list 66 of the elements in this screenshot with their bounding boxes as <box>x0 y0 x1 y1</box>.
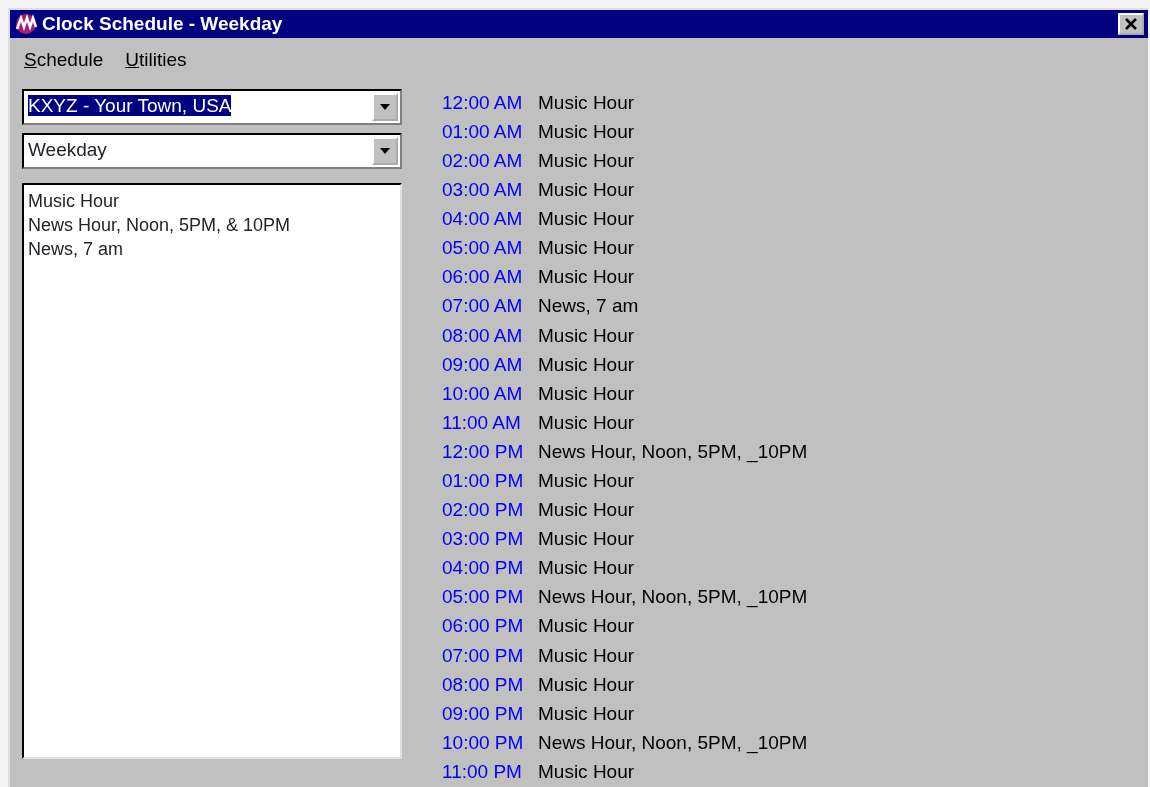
clock-name[interactable]: Music Hour <box>538 234 635 263</box>
clock-name[interactable]: News, 7 am <box>538 292 639 321</box>
time-label: 10:00 PM <box>442 730 524 755</box>
clock-name[interactable]: Music Hour <box>538 379 635 409</box>
clock-name[interactable]: Music Hour <box>538 263 635 292</box>
caret-icon <box>380 147 390 154</box>
time-label: 08:00 AM <box>442 323 524 348</box>
clock-name[interactable]: Music Hour <box>538 496 635 525</box>
clock-name[interactable]: Music Hour <box>538 612 635 641</box>
time-label: 01:00 PM <box>442 469 524 493</box>
time-label: 03:00 PM <box>442 527 524 552</box>
time-label: 05:00 AM <box>442 236 524 261</box>
time-label: 11:00 AM <box>442 410 522 435</box>
close-icon <box>1124 18 1138 30</box>
time-label: 12:00 PM <box>442 439 524 464</box>
time-label: 04:00 PM <box>442 556 524 581</box>
caret-icon <box>380 103 390 110</box>
dropdown-value: KXYZ - Your Town, USA <box>28 95 232 117</box>
time-label: 06:00 PM <box>442 614 524 639</box>
dropdown-button[interactable] <box>372 136 398 165</box>
station-dropdown[interactable]: KXYZ - Your Town, USA <box>22 88 402 125</box>
clock-name[interactable]: Music Hour <box>538 554 635 583</box>
clock-name[interactable]: Music Hour <box>538 525 635 554</box>
list-item[interactable]: News, 7 am <box>28 236 396 261</box>
clock-name[interactable]: Music Hour <box>538 350 635 380</box>
close-button[interactable] <box>1118 13 1144 35</box>
clock-name[interactable]: Music Hour <box>538 408 635 438</box>
menu-item[interactable]: Schedule <box>24 46 104 75</box>
time-label: 10:00 AM <box>442 381 524 406</box>
dropdown-button[interactable] <box>372 92 398 121</box>
window-title: Clock Schedule - Weekday <box>42 11 283 36</box>
clock-name[interactable]: Music Hour <box>538 88 635 118</box>
clock-name[interactable]: Music Hour <box>538 757 635 787</box>
clock-name[interactable]: News Hour, Noon, 5PM, _10PM <box>538 437 808 467</box>
clock-name[interactable]: News Hour, Noon, 5PM, _10PM <box>538 583 808 612</box>
list-item[interactable]: Music Hour <box>28 188 396 213</box>
time-label: 12:00 AM <box>442 90 524 115</box>
time-label: 04:00 AM <box>442 207 524 232</box>
time-label: 09:00 AM <box>442 352 524 377</box>
time-label: 11:00 PM <box>442 759 523 784</box>
time-label: 09:00 PM <box>442 701 524 726</box>
clock-name[interactable]: Music Hour <box>538 641 635 671</box>
clock-name[interactable]: Music Hour <box>538 321 635 351</box>
time-label: 06:00 AM <box>442 265 524 290</box>
time-label: 08:00 PM <box>442 672 524 697</box>
list-item[interactable]: News Hour, Noon, 5PM, & 10PM <box>28 212 396 237</box>
clock-name[interactable]: Music Hour <box>538 117 635 147</box>
app-logo-icon <box>14 13 38 35</box>
time-label: 02:00 AM <box>442 149 524 173</box>
clock-name[interactable]: Music Hour <box>538 467 635 496</box>
time-label: 07:00 PM <box>442 643 524 668</box>
time-label: 03:00 AM <box>442 178 524 203</box>
time-label: 01:00 AM <box>442 119 524 144</box>
time-label: 07:00 AM <box>442 294 524 319</box>
clock-name[interactable]: Music Hour <box>538 147 635 176</box>
clock-name[interactable]: Music Hour <box>538 699 635 729</box>
time-label: 02:00 PM <box>442 498 524 523</box>
clock-name[interactable]: News Hour, Noon, 5PM, _10PM <box>538 728 808 758</box>
schedule-type-dropdown[interactable]: Weekday <box>22 132 402 169</box>
menu-item[interactable]: Utilities <box>125 46 187 75</box>
time-label: 05:00 PM <box>442 585 524 610</box>
dropdown-value: Weekday <box>28 139 107 161</box>
clock-name[interactable]: Music Hour <box>538 205 635 234</box>
clock-list-box[interactable]: Music Hour News Hour, Noon, 5PM, & 10PM News, 7 am <box>22 182 402 759</box>
clock-name[interactable]: Music Hour <box>538 670 635 700</box>
clock-name[interactable]: Music Hour <box>538 176 635 205</box>
